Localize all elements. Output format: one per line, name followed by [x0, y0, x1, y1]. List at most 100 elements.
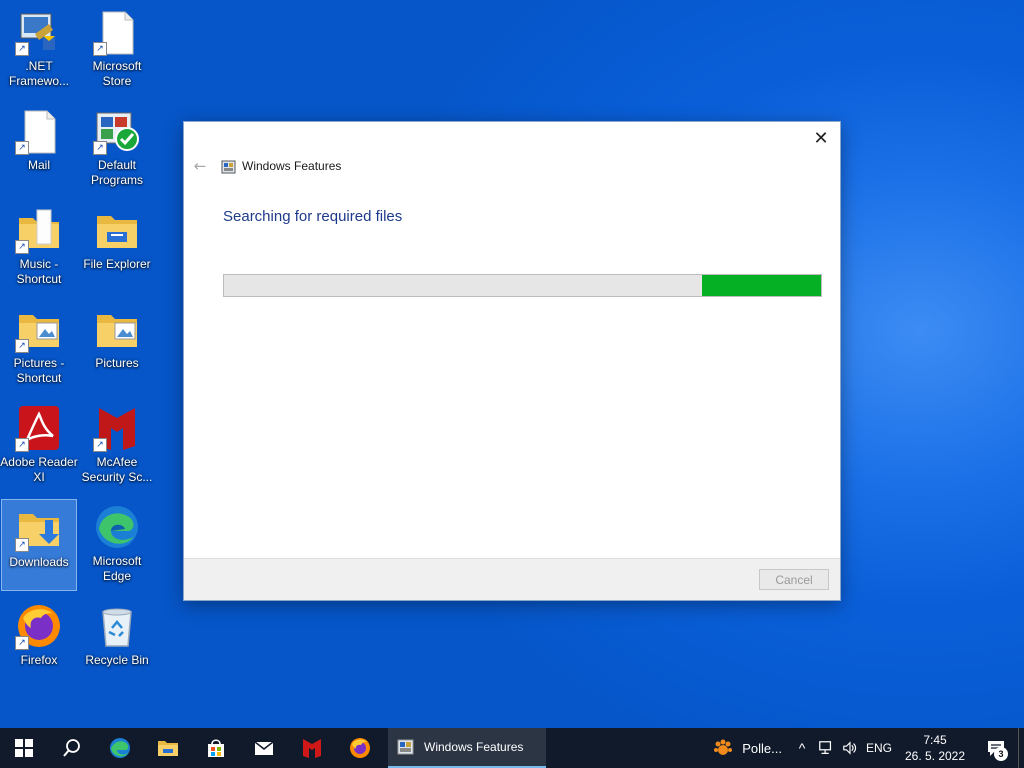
- shortcut-arrow-icon: ↗: [15, 538, 29, 552]
- close-icon: ✕: [813, 127, 829, 149]
- search-icon: [63, 739, 80, 757]
- network-icon: [819, 741, 832, 754]
- mail-icon: [254, 741, 274, 755]
- clock-date: 26. 5. 2022: [904, 749, 966, 763]
- icon-label: Music - Shortcut: [16, 257, 62, 286]
- icon-label: Microsoft Store: [92, 59, 142, 88]
- shortcut-arrow-icon: ↗: [93, 438, 107, 452]
- cancel-button[interactable]: Cancel: [759, 569, 829, 590]
- adobe-reader-icon: ↗: [15, 404, 63, 452]
- show-desktop-button[interactable]: [1018, 728, 1024, 768]
- icon-label: Pictures - Shortcut: [13, 356, 65, 385]
- language-indicator[interactable]: ENG: [862, 728, 896, 768]
- taskbar-store-button[interactable]: [192, 728, 240, 768]
- icon-label: Microsoft Edge: [92, 554, 142, 583]
- desktop-icon-mcafee[interactable]: ↗ McAfee Security Sc...: [79, 400, 155, 492]
- taskbar-windows-features-button[interactable]: Windows Features: [388, 728, 546, 768]
- recycle-bin-icon: [93, 602, 141, 650]
- chevron-up-icon: ^: [798, 740, 806, 756]
- show-hidden-icons-button[interactable]: ^: [790, 728, 814, 768]
- shortcut-arrow-icon: ↗: [15, 141, 29, 155]
- desktop-icon-microsoft-store[interactable]: ↗ Microsoft Store: [79, 4, 155, 96]
- close-button[interactable]: ✕: [808, 126, 834, 150]
- clock[interactable]: 7:45 26. 5. 2022: [896, 728, 974, 768]
- pollen-icon: [714, 739, 733, 755]
- progress-bar: [223, 274, 822, 297]
- desktop-icon-mail[interactable]: ↗ Mail: [1, 103, 77, 195]
- blank-document-icon: ↗: [93, 8, 141, 56]
- clock-time: 7:45: [923, 733, 947, 747]
- edge-icon: [93, 503, 141, 551]
- taskbar-mail-button[interactable]: [240, 728, 288, 768]
- network-button[interactable]: [814, 728, 838, 768]
- windows-features-icon: [221, 159, 237, 175]
- desktop-icon-default-programs[interactable]: ↗ Default Programs: [79, 103, 155, 195]
- start-button[interactable]: [0, 728, 48, 768]
- weather-text: Polle...: [742, 740, 782, 756]
- desktop-icon-microsoft-edge[interactable]: Microsoft Edge: [79, 499, 155, 591]
- shortcut-arrow-icon: ↗: [15, 42, 29, 56]
- icon-label: Mail: [27, 158, 50, 172]
- status-heading: Searching for required files: [223, 208, 403, 225]
- icon-label: McAfee Security Sc...: [81, 455, 153, 484]
- dialog-footer: Cancel: [184, 558, 840, 600]
- mcafee-icon: [303, 739, 321, 758]
- shortcut-arrow-icon: ↗: [15, 438, 29, 452]
- taskbar-mcafee-button[interactable]: [288, 728, 336, 768]
- shortcut-arrow-icon: ↗: [15, 636, 29, 650]
- windows-start-icon: [15, 739, 33, 757]
- windows-features-dialog: ✕ ← Windows Features Searching for requi…: [183, 121, 841, 601]
- volume-icon: [843, 741, 857, 755]
- installer-icon: ↗: [15, 8, 63, 56]
- shortcut-arrow-icon: ↗: [15, 339, 29, 353]
- icon-label: Firefox: [20, 653, 58, 667]
- firefox-icon: ↗: [15, 602, 63, 650]
- downloads-folder-icon: ↗: [15, 504, 63, 552]
- icon-label: Downloads: [9, 555, 69, 569]
- music-folder-icon: ↗: [15, 206, 63, 254]
- back-arrow-icon: ←: [193, 157, 207, 175]
- system-tray: Polle... ^ ENG 7:45 26. 5. 2022 3: [704, 728, 1024, 768]
- desktop-icon-recycle-bin[interactable]: Recycle Bin: [79, 598, 155, 690]
- shortcut-arrow-icon: ↗: [93, 42, 107, 56]
- taskbar-file-explorer-button[interactable]: [144, 728, 192, 768]
- desktop-icon-pictures[interactable]: Pictures: [79, 301, 155, 393]
- store-icon: [208, 739, 224, 757]
- desktop-icon-firefox[interactable]: ↗ Firefox: [1, 598, 77, 690]
- file-explorer-icon: [93, 206, 141, 254]
- blank-document-icon: ↗: [15, 107, 63, 155]
- default-programs-icon: ↗: [93, 107, 141, 155]
- file-explorer-icon: [158, 741, 178, 756]
- taskbar-firefox-button[interactable]: [336, 728, 384, 768]
- pictures-folder-icon: ↗: [15, 305, 63, 353]
- taskbar-search-button[interactable]: [48, 728, 96, 768]
- desktop-icon-pictures-shortcut[interactable]: ↗ Pictures - Shortcut: [1, 301, 77, 393]
- pictures-folder-icon: [93, 305, 141, 353]
- icon-label: Recycle Bin: [85, 653, 149, 667]
- shortcut-arrow-icon: ↗: [15, 240, 29, 254]
- shortcut-arrow-icon: ↗: [93, 141, 107, 155]
- desktop-icon-downloads[interactable]: ↗ Downloads: [1, 499, 77, 591]
- icon-label: File Explorer: [83, 257, 151, 271]
- desktop-icon-dotnet[interactable]: ↗ .NET Framewo...: [1, 4, 77, 96]
- icon-label: Pictures: [95, 356, 139, 370]
- icon-label: Adobe Reader XI: [0, 455, 78, 484]
- action-center-button[interactable]: 3: [974, 728, 1018, 768]
- taskbar-edge-button[interactable]: [96, 728, 144, 768]
- notification-count-badge: 3: [994, 747, 1008, 761]
- desktop-icon-adobe-reader[interactable]: ↗ Adobe Reader XI: [0, 400, 78, 492]
- progress-bar-fill: [701, 275, 821, 296]
- weather-widget[interactable]: Polle...: [704, 728, 790, 768]
- dialog-title: Windows Features: [242, 159, 342, 173]
- desktop-icon-file-explorer[interactable]: File Explorer: [79, 202, 155, 294]
- icon-label: Default Programs: [90, 158, 143, 187]
- volume-button[interactable]: [838, 728, 862, 768]
- edge-icon: [110, 738, 130, 758]
- taskbar: Windows Features Polle... ^ ENG 7:45 26.…: [0, 728, 1024, 768]
- firefox-icon: [350, 738, 370, 758]
- icon-label: .NET Framewo...: [8, 59, 69, 88]
- desktop-icon-music-shortcut[interactable]: ↗ Music - Shortcut: [1, 202, 77, 294]
- mcafee-icon: ↗: [93, 404, 141, 452]
- taskbar-app-label: Windows Features: [424, 740, 524, 754]
- windows-features-icon: [397, 739, 414, 755]
